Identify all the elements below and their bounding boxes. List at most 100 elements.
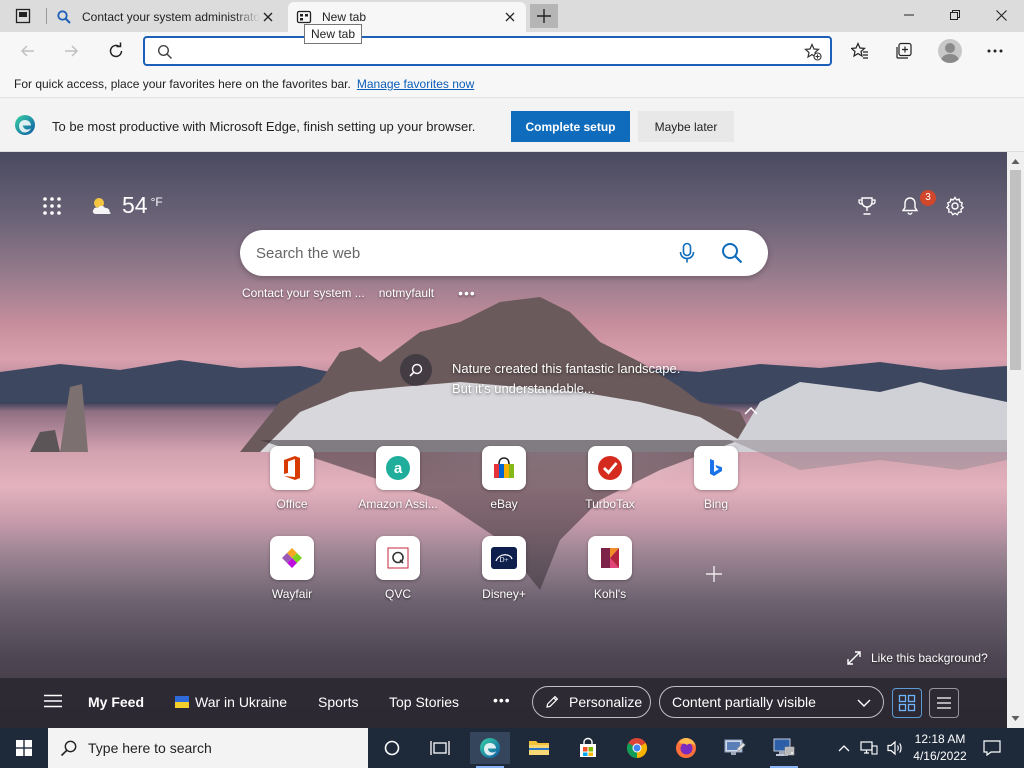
cortana-icon: [384, 740, 400, 756]
page-settings-button[interactable]: [943, 194, 967, 218]
scroll-down-icon[interactable]: [1011, 714, 1020, 723]
close-tab-icon[interactable]: [260, 9, 276, 25]
browser-toolbar: [0, 32, 1024, 70]
taskbar-clock[interactable]: 12:18 AM 4/16/2022: [908, 731, 972, 765]
recent-search-link[interactable]: Contact your system ...: [242, 286, 365, 300]
rewards-button[interactable]: [855, 194, 879, 218]
store-button[interactable]: [568, 732, 608, 764]
quick-link-tile[interactable]: Wayfair: [246, 536, 338, 601]
store-bag-icon: [580, 737, 596, 757]
favorites-star-icon: [851, 42, 868, 59]
quick-link-tile[interactable]: eBay: [458, 446, 550, 511]
maybe-later-button[interactable]: Maybe later: [638, 111, 734, 142]
volume-icon[interactable]: [886, 740, 904, 756]
hamburger-menu-icon[interactable]: [44, 694, 62, 708]
background-caption[interactable]: Nature created this fantastic landscape.…: [452, 359, 680, 399]
network-icon[interactable]: [860, 740, 878, 756]
scroll-up-icon[interactable]: [1011, 157, 1020, 166]
tab-actions-icon[interactable]: [8, 6, 38, 26]
feed-tab-sports[interactable]: Sports: [318, 694, 358, 710]
tile-label: Amazon Assi...: [358, 497, 438, 511]
search-icon: [60, 740, 77, 757]
bing-icon: [710, 459, 722, 476]
refresh-button[interactable]: [102, 38, 130, 64]
content-visibility-dropdown[interactable]: Content partially visible: [659, 686, 884, 718]
quick-link-tile[interactable]: a Amazon Assi...: [352, 446, 444, 511]
restore-button[interactable]: [932, 0, 978, 30]
minimize-button[interactable]: [886, 0, 932, 30]
tile-label: QVC: [384, 587, 411, 601]
kohls-icon: [601, 548, 619, 568]
microphone-icon[interactable]: [677, 242, 697, 264]
settings-more-button[interactable]: [981, 38, 1009, 64]
close-tab-icon[interactable]: [502, 9, 518, 25]
file-explorer-button[interactable]: [519, 732, 559, 764]
manage-favorites-link[interactable]: Manage favorites now: [357, 77, 474, 91]
profile-avatar[interactable]: [938, 39, 962, 63]
add-site-button[interactable]: [690, 552, 738, 596]
control-panel-button[interactable]: [715, 732, 755, 764]
notification-badge: 3: [920, 190, 936, 206]
scrollbar-thumb[interactable]: [1010, 170, 1021, 370]
chevron-up-icon[interactable]: [838, 744, 850, 752]
more-options-icon[interactable]: •••: [458, 285, 476, 301]
notifications-button[interactable]: [898, 194, 922, 218]
web-search-box[interactable]: [240, 230, 768, 276]
image-search-button[interactable]: [400, 354, 432, 386]
firefox-button[interactable]: [666, 732, 706, 764]
task-view-button[interactable]: [420, 732, 460, 764]
quick-link-tile[interactable]: QVC: [352, 536, 444, 601]
collections-button[interactable]: [890, 38, 918, 64]
more-dots-icon: [987, 49, 1003, 53]
collections-icon: [896, 42, 912, 59]
edge-taskbar-button[interactable]: [470, 732, 510, 768]
notifications-center-button[interactable]: [974, 732, 1010, 764]
grid-view-button[interactable]: [892, 688, 922, 718]
chevron-up-icon[interactable]: [743, 406, 759, 416]
task-view-icon: [430, 741, 450, 755]
apps-launcher-icon[interactable]: [40, 194, 64, 218]
feed-tab-my-feed[interactable]: My Feed: [88, 694, 144, 710]
feed-tab-war-in-ukraine[interactable]: War in Ukraine: [175, 694, 287, 710]
quick-link-tile[interactable]: Office: [246, 446, 338, 511]
forward-arrow-icon: [65, 45, 79, 57]
quick-link-tile[interactable]: TurboTax: [564, 446, 656, 511]
tile-label: Wayfair: [271, 587, 313, 601]
address-input[interactable]: [181, 42, 781, 60]
more-feeds-icon[interactable]: •••: [493, 692, 511, 708]
tab-strip: Contact your system administrator New ta…: [0, 0, 1024, 32]
complete-setup-button[interactable]: Complete setup: [511, 111, 630, 142]
rewards-trophy-icon: [858, 197, 876, 215]
back-button[interactable]: [14, 38, 42, 64]
cortana-button[interactable]: [372, 732, 412, 764]
address-bar[interactable]: [143, 36, 832, 66]
taskbar-search[interactable]: Type here to search: [48, 728, 368, 768]
quick-link-tile[interactable]: Bing: [670, 446, 762, 511]
page-scrollbar[interactable]: [1007, 152, 1024, 728]
remote-desktop-button[interactable]: [764, 732, 804, 768]
list-view-button[interactable]: [929, 688, 959, 718]
close-window-button[interactable]: [978, 0, 1024, 30]
search-icon[interactable]: [720, 241, 744, 265]
like-background-link[interactable]: Like this background?: [847, 651, 988, 665]
quick-link-tile[interactable]: Kohl's: [564, 536, 656, 601]
web-search-input[interactable]: [256, 243, 656, 263]
windows-taskbar: Type here to search 12:18 AM 4/16/2022: [0, 728, 1024, 768]
system-tray: [838, 728, 904, 768]
grid-view-icon: [898, 694, 916, 712]
new-tab-button[interactable]: [530, 4, 558, 28]
chrome-button[interactable]: [617, 732, 657, 764]
quick-link-tile[interactable]: D+ Disney+: [458, 536, 550, 601]
favorites-button[interactable]: [846, 38, 874, 64]
plus-icon: [706, 566, 722, 582]
recent-search-link[interactable]: notmyfault: [379, 286, 434, 300]
personalize-label: Personalize: [569, 694, 643, 710]
feed-tab-top-stories[interactable]: Top Stories: [389, 694, 459, 710]
bell-icon: [901, 197, 919, 215]
forward-button[interactable]: [57, 38, 85, 64]
tab-contact-admin[interactable]: Contact your system administrator: [48, 2, 284, 32]
start-button[interactable]: [0, 728, 48, 768]
personalize-button[interactable]: Personalize: [532, 686, 651, 718]
add-favorite-icon[interactable]: [804, 43, 822, 61]
weather-widget[interactable]: 54 °F: [90, 192, 163, 219]
